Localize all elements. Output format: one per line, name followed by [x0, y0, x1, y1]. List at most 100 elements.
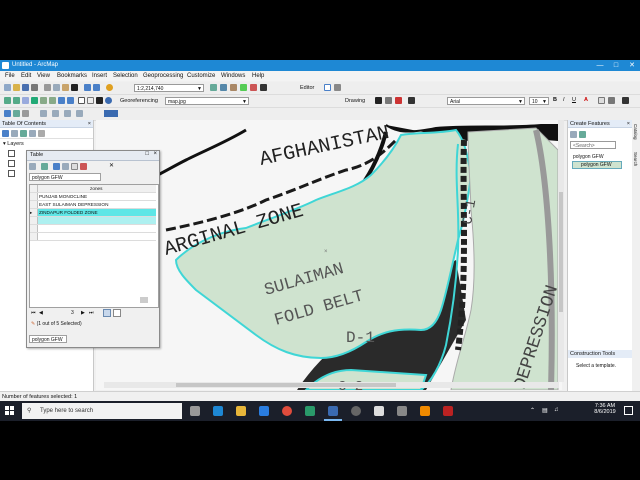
menu-help[interactable]: Help — [252, 73, 264, 79]
map-horizontal-scrollbar[interactable] — [104, 382, 559, 388]
delete-selected-icon[interactable] — [80, 163, 87, 170]
rectangle-icon[interactable] — [395, 97, 402, 104]
clock[interactable]: 7:36 AM 8/6/2019 — [590, 403, 620, 415]
select-features-icon[interactable] — [78, 97, 85, 104]
menu-customize[interactable]: Customize — [187, 73, 215, 79]
save-icon[interactable] — [22, 84, 29, 91]
media-icon[interactable] — [351, 406, 361, 416]
fill-color-icon[interactable] — [598, 97, 605, 104]
editor-menu[interactable]: Editor — [300, 85, 314, 91]
taskbar-search-box[interactable]: ⚲ Type here to search — [22, 403, 182, 419]
layer-checkbox[interactable] — [8, 160, 15, 167]
add-data-icon[interactable] — [106, 84, 113, 91]
identify-icon[interactable] — [105, 97, 112, 104]
store-icon[interactable] — [259, 406, 269, 416]
action-center-icon[interactable] — [624, 406, 633, 415]
table-row[interactable]: PUNJAB MONOCLINE — [30, 193, 156, 201]
drawing-menu[interactable]: Drawing — [345, 98, 365, 104]
full-extent-icon[interactable] — [31, 97, 38, 104]
row-selector-current[interactable]: ▸ — [30, 209, 38, 216]
copy-icon[interactable] — [53, 84, 60, 91]
menu-edit[interactable]: Edit — [21, 73, 31, 79]
fixed-zoom-in-icon[interactable] — [40, 97, 47, 104]
georeferencing-menu[interactable]: Georeferencing — [120, 98, 158, 104]
print-icon[interactable] — [31, 84, 38, 91]
last-record-icon[interactable]: ⏭ — [89, 310, 94, 316]
record-number[interactable]: 3 — [71, 310, 74, 316]
task-view-icon[interactable] — [190, 406, 200, 416]
layer-tab[interactable]: polygon GFW — [29, 173, 101, 181]
template-search-field[interactable]: <Search> — [570, 141, 616, 149]
redo-icon[interactable] — [93, 84, 100, 91]
table-row[interactable]: EAST SULAIMAN DEPRESSION — [30, 201, 156, 209]
collapse-icon[interactable]: ▾ — [3, 141, 6, 147]
clear-selection-icon[interactable] — [87, 97, 94, 104]
bottom-layer-tab[interactable]: polygon GFW — [29, 335, 67, 343]
font-color-button[interactable]: A — [584, 97, 588, 103]
toolbar-tool-2-icon[interactable] — [52, 110, 59, 117]
toc-close-icon[interactable]: × — [88, 120, 91, 128]
zoom-out-icon[interactable] — [13, 97, 20, 104]
arccatalog-icon[interactable] — [305, 406, 315, 416]
restore-icon[interactable]: □ — [145, 151, 149, 157]
layers-node[interactable]: ▾ Layers — [3, 141, 24, 147]
column-header-zones[interactable]: zones — [90, 185, 103, 192]
recorder-icon[interactable] — [443, 406, 453, 416]
italic-button[interactable]: I — [563, 97, 565, 103]
table-window-titlebar[interactable]: Table □ × — [27, 151, 159, 161]
minimize-icon[interactable]: — — [592, 60, 608, 71]
shadow-icon[interactable] — [622, 97, 629, 104]
layout-view-icon[interactable] — [13, 110, 20, 117]
delete-icon[interactable] — [71, 84, 78, 91]
vlc-icon[interactable] — [420, 406, 430, 416]
undo-icon[interactable] — [84, 84, 91, 91]
open-icon[interactable] — [13, 84, 20, 91]
options-icon[interactable] — [38, 130, 45, 137]
show-selected-records-icon[interactable] — [113, 309, 121, 317]
filter-icon[interactable] — [579, 131, 586, 138]
app-icon[interactable] — [397, 406, 407, 416]
chrome-icon[interactable] — [282, 406, 292, 416]
volume-icon[interactable]: ♫ — [554, 407, 559, 413]
underline-button[interactable]: U — [572, 97, 576, 103]
bold-button[interactable]: B — [553, 97, 557, 103]
paste-icon[interactable] — [62, 84, 69, 91]
back-extent-icon[interactable] — [58, 97, 65, 104]
previous-record-icon[interactable]: ◀ — [39, 310, 43, 316]
organize-templates-icon[interactable] — [570, 131, 577, 138]
catalog-icon[interactable] — [230, 84, 237, 91]
network-icon[interactable]: ▤ — [542, 407, 548, 414]
arctoolbox-icon[interactable] — [250, 84, 257, 91]
table-row[interactable] — [30, 225, 156, 233]
create-features-close-icon[interactable]: × — [627, 120, 630, 128]
close-icon[interactable]: ✕ — [624, 60, 640, 71]
data-view-icon[interactable] — [4, 110, 11, 117]
list-by-drawing-order-icon[interactable] — [2, 130, 9, 137]
edge-icon[interactable] — [213, 406, 223, 416]
row-selector[interactable] — [30, 233, 38, 240]
layer-checkbox[interactable] — [8, 170, 15, 177]
table-options-icon[interactable] — [29, 163, 36, 170]
show-all-records-icon[interactable] — [103, 309, 111, 317]
table-row[interactable] — [30, 233, 156, 241]
grid-scroll-thumb[interactable] — [140, 297, 148, 303]
map-scale-field[interactable]: 1:2,214,740 ▼ — [134, 84, 204, 92]
edit-tool-icon[interactable] — [324, 84, 331, 91]
tray-chevron-icon[interactable]: ⌃ — [530, 407, 535, 414]
related-tables-icon[interactable] — [41, 163, 48, 170]
menu-bookmarks[interactable]: Bookmarks — [57, 73, 87, 79]
menu-insert[interactable]: Insert — [92, 73, 107, 79]
map-vertical-scrollbar[interactable] — [558, 120, 564, 382]
select-elements-icon[interactable] — [96, 97, 103, 104]
list-by-visibility-icon[interactable] — [20, 130, 27, 137]
scroll-thumb[interactable] — [176, 383, 396, 387]
first-record-icon[interactable]: ⏮ — [31, 310, 36, 316]
maximize-icon[interactable]: □ — [608, 60, 624, 71]
select-by-attributes-icon[interactable] — [53, 163, 60, 170]
search-window-icon[interactable] — [240, 84, 247, 91]
scroll-thumb[interactable] — [559, 192, 563, 312]
toolbar-tool-4-icon[interactable] — [76, 110, 83, 117]
template-item[interactable]: polygon GFW — [572, 161, 622, 169]
edit-annotation-icon[interactable] — [334, 84, 341, 91]
next-record-icon[interactable]: ▶ — [81, 310, 85, 316]
